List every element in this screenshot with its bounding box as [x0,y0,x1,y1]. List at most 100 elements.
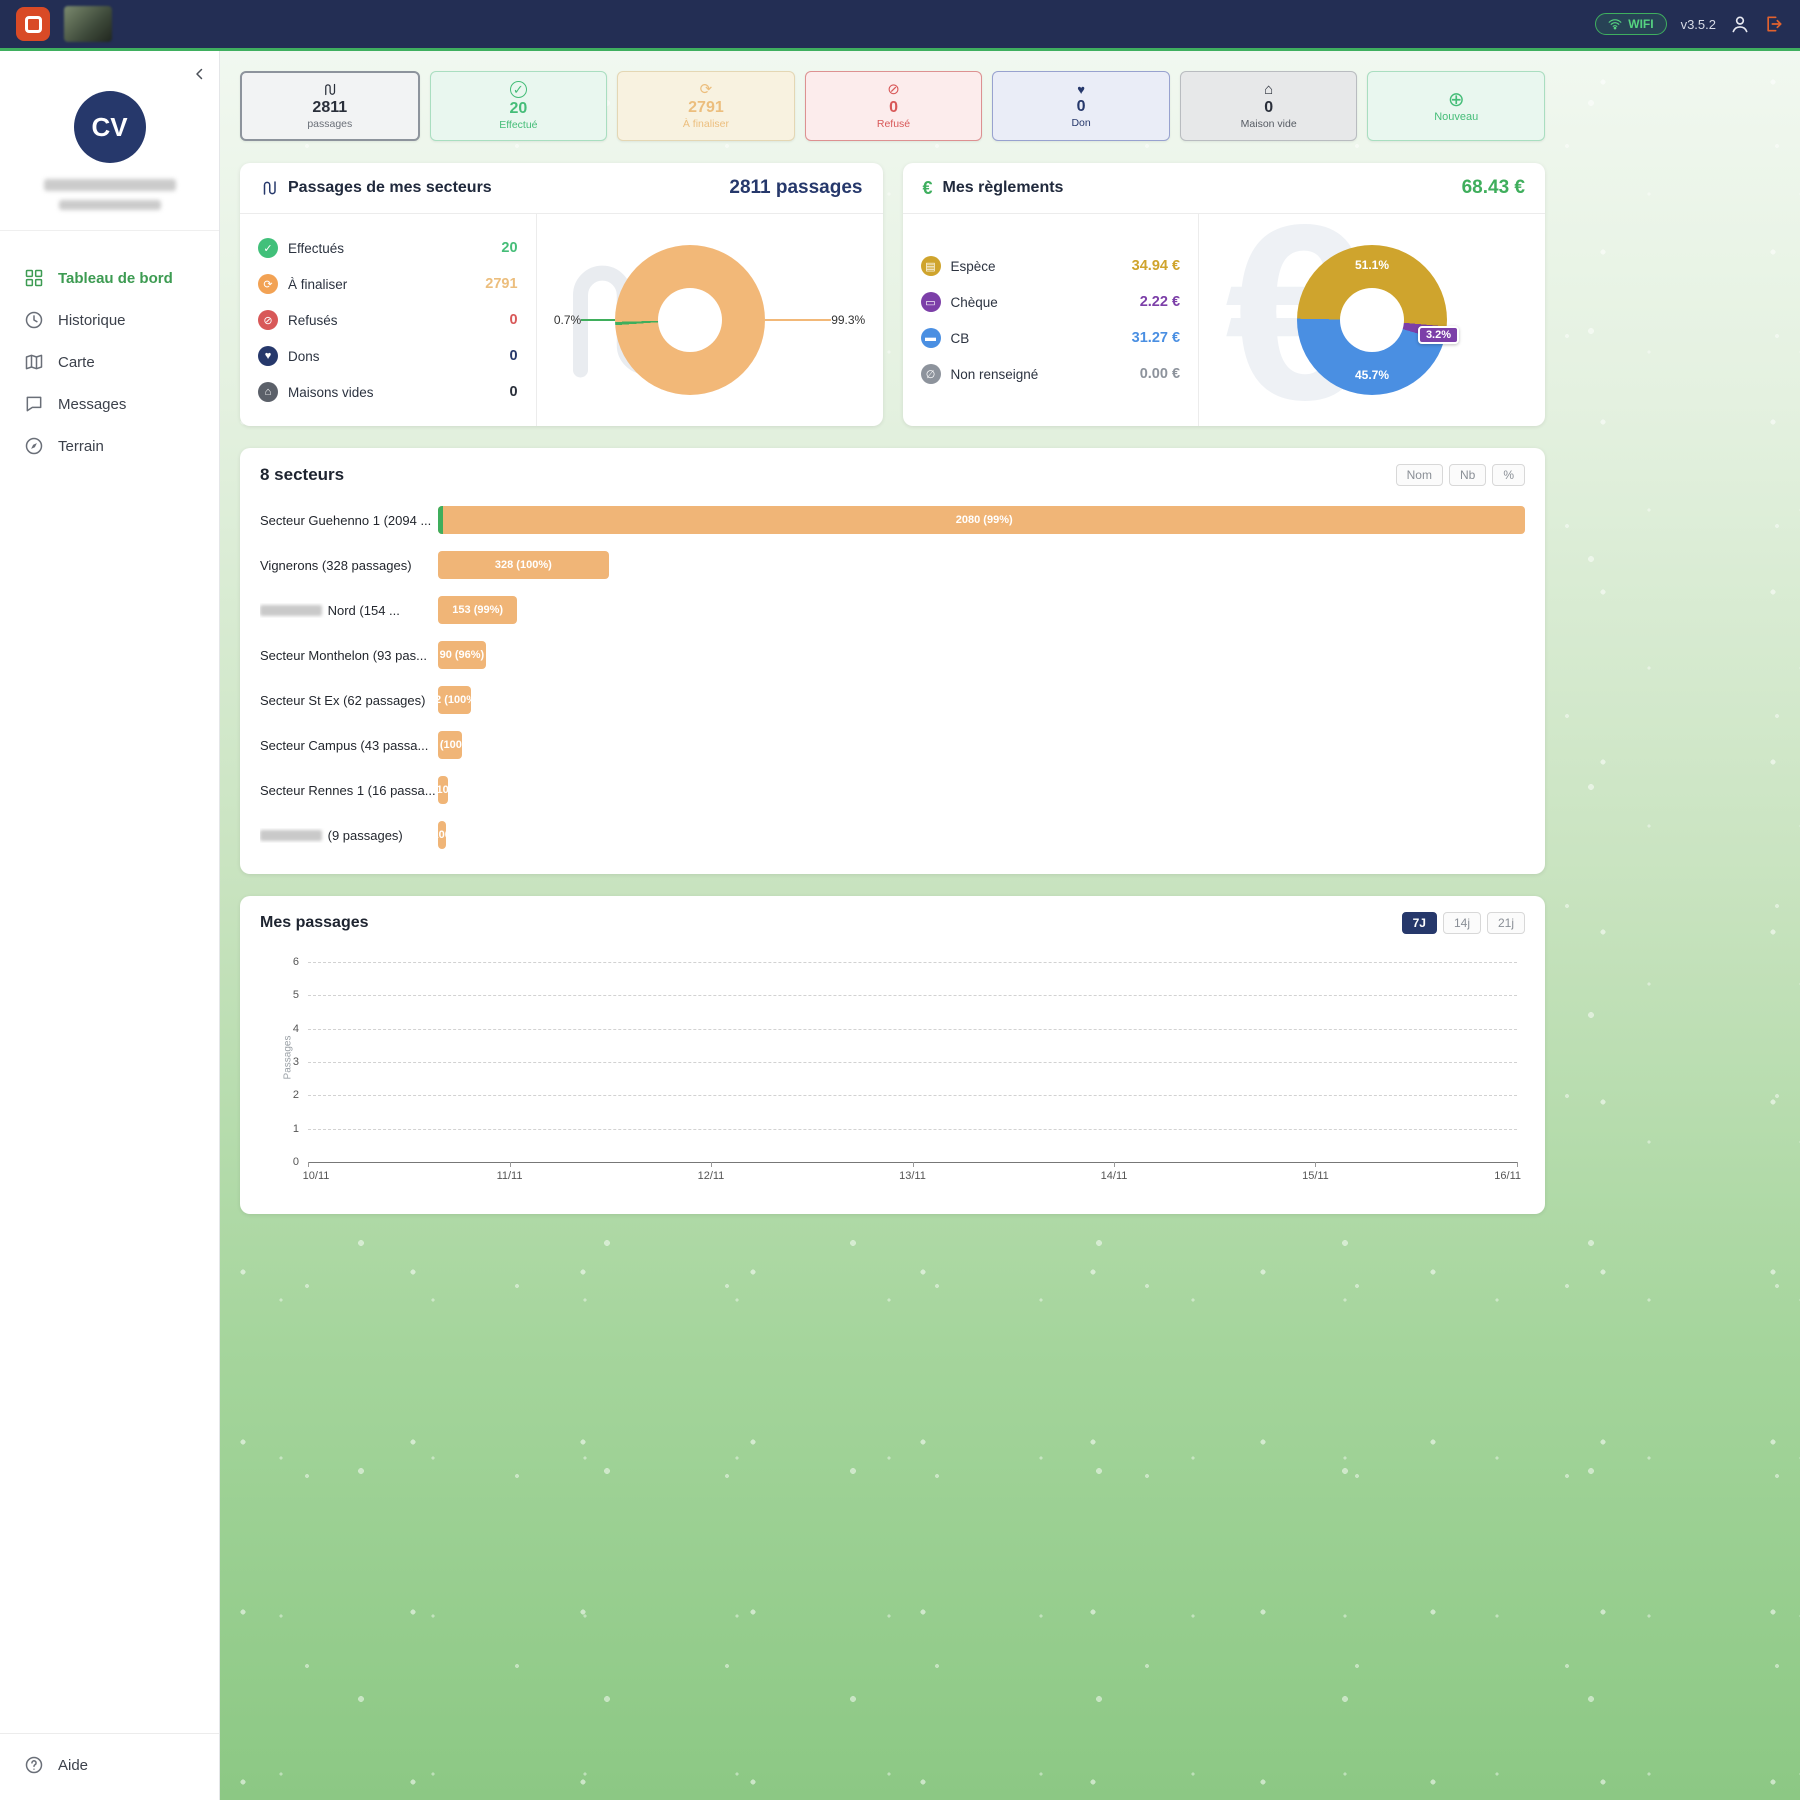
sort-by-percent-button[interactable]: % [1492,464,1525,486]
x-tick-label: 13/11 [899,1170,926,1182]
sort-by-count-button[interactable]: Nb [1449,464,1486,486]
x-tick-label: 12/11 [698,1170,725,1182]
user-profile: CV [0,51,219,231]
sidebar-item-tableau-de-bord[interactable]: Tableau de bord [0,257,219,299]
stat-card-effectue[interactable]: ✓ 20 Effectué [430,71,608,141]
y-tick-label: 2 [293,1089,299,1101]
reglements-breakdown-list: ▤ Espèce 34.94 € ▭ Chèque 2.22 € ▬ CB 31… [903,214,1199,426]
passages-donut-chart [615,245,765,395]
bar-value-label: 43 (100%) [438,731,462,759]
sector-row: Secteur Guehenno 1 (2094 ... 2080 (99%) [260,506,1525,534]
wifi-icon [1608,17,1622,31]
sector-row: Nord (154 ... 153 (99%) [260,596,1525,624]
chevron-left-icon [191,65,209,83]
photo-thumbnail[interactable] [64,6,112,42]
row-value: 0.00 € [1140,366,1180,382]
ban-icon: ⊘ [258,310,278,330]
list-item: ▬ CB 31.27 € [921,322,1181,354]
list-item: ⌂ Maisons vides 0 [258,376,518,408]
route-icon [322,82,337,97]
stat-card-a-finaliser[interactable]: ⟳ 2791 À finaliser [617,71,795,141]
sidebar-item-aide[interactable]: Aide [0,1744,219,1786]
sector-bar: 2080 (99%) [438,506,1525,534]
logout-icon[interactable] [1764,14,1784,34]
stat-card-maison-vide[interactable]: ⌂ 0 Maison vide [1180,71,1358,141]
sector-bar: 9 (100%) [438,821,446,849]
donut-label-big: 99.3% [831,313,865,327]
sector-bar: 43 (100%) [438,731,462,759]
sidebar-collapse-button[interactable] [191,65,209,83]
sidebar-item-carte[interactable]: Carte [0,341,219,383]
list-item: ✓ Effectués 20 [258,232,518,264]
x-tick-label: 16/11 [1494,1170,1521,1182]
user-icon[interactable] [1730,14,1750,34]
donut-label-espece: 51.1% [1355,258,1389,272]
credit-card-icon: ▬ [921,328,941,348]
row-value: 2791 [485,276,517,292]
sort-by-name-button[interactable]: Nom [1396,464,1443,486]
sidebar-item-label: Aide [58,1757,88,1774]
row-value: 2.22 € [1140,294,1180,310]
range-21j-button[interactable]: 21j [1487,912,1525,934]
gridline [308,1062,1517,1063]
sector-label: Secteur Guehenno 1 (2094 ... [260,513,438,528]
sidebar-footer: Aide [0,1733,219,1800]
x-tick-label: 15/11 [1302,1170,1329,1182]
donut-label-small: 0.7% [554,313,581,327]
y-tick-label: 5 [293,989,299,1001]
passages-breakdown-list: ✓ Effectués 20 ⟳ À finaliser 2791 ⊘ Refu… [240,214,536,426]
sector-bar: 153 (99%) [438,596,517,624]
stat-card-nouveau-button[interactable]: ⊕ Nouveau [1367,71,1545,141]
stat-card-don[interactable]: ♥ 0 Don [992,71,1170,141]
sector-row: Secteur Campus (43 passa... 43 (100%) [260,731,1525,759]
banknote-icon: ▤ [921,256,941,276]
sidebar-item-historique[interactable]: Historique [0,299,219,341]
list-item: ⟳ À finaliser 2791 [258,268,518,300]
heart-hand-icon: ♥ [1077,83,1085,96]
logo-glyph [25,16,42,33]
app-version: v3.5.2 [1681,17,1716,32]
stat-value: 20 [509,99,527,118]
help-icon [24,1755,44,1775]
y-tick-label: 3 [293,1056,299,1068]
x-tick-label: 11/11 [497,1170,523,1182]
stat-label: Refusé [877,118,910,130]
range-7j-button[interactable]: 7J [1402,912,1437,934]
main-content: 2811 passages ✓ 20 Effectué ⟳ 2791 À fin… [220,51,1800,1800]
check-icon: ✓ [258,238,278,258]
list-item: ♥ Dons 0 [258,340,518,372]
bar-value-label: 90 (96%) [438,641,486,669]
sidebar-nav: Tableau de bord Historique Carte Message… [0,257,219,1733]
empty-icon: ∅ [921,364,941,384]
sector-label: Secteur Campus (43 passa... [260,738,438,753]
sector-label: Secteur Rennes 1 (16 passa... [260,783,438,798]
y-tick-label: 0 [293,1156,299,1168]
stat-label: Maison vide [1241,118,1297,130]
bar-value-label: 153 (99%) [438,596,517,624]
check-circle-icon: ✓ [510,81,527,98]
stat-value: 2791 [688,98,724,117]
range-14j-button[interactable]: 14j [1443,912,1481,934]
stat-value: 2811 [312,98,347,117]
stat-label: passages [307,118,352,130]
stat-card-refuse[interactable]: ⊘ 0 Refusé [805,71,983,141]
map-icon [24,352,44,372]
passages-line-chart: Passages 6 5 4 3 2 1 0 10/11 11/11 12/ [308,962,1517,1162]
passages-donut-panel: 0.7% 99.3% [536,214,883,426]
compass-icon [24,436,44,456]
stat-card-passages[interactable]: 2811 passages [240,71,420,141]
sidebar: CV Tableau de bord Historique Carte Mess… [0,51,220,1800]
wifi-label: WIFI [1628,17,1653,31]
passages-total: 2811 passages [729,177,862,199]
refresh-icon: ⟳ [258,274,278,294]
sidebar-item-terrain[interactable]: Terrain [0,425,219,467]
leader-line [765,319,831,321]
reglements-card: € Mes règlements 68.43 € ▤ Espèce 34.94 … [903,163,1546,426]
leader-line [581,319,615,321]
sector-row: Secteur Rennes 1 (16 passa... 16 (100%) [260,776,1525,804]
app-logo[interactable] [16,7,50,41]
row-value: 0 [509,312,517,328]
sidebar-item-messages[interactable]: Messages [0,383,219,425]
card-title: Passages de mes secteurs [288,179,492,197]
sector-row: Secteur St Ex (62 passages) 62 (100%) [260,686,1525,714]
